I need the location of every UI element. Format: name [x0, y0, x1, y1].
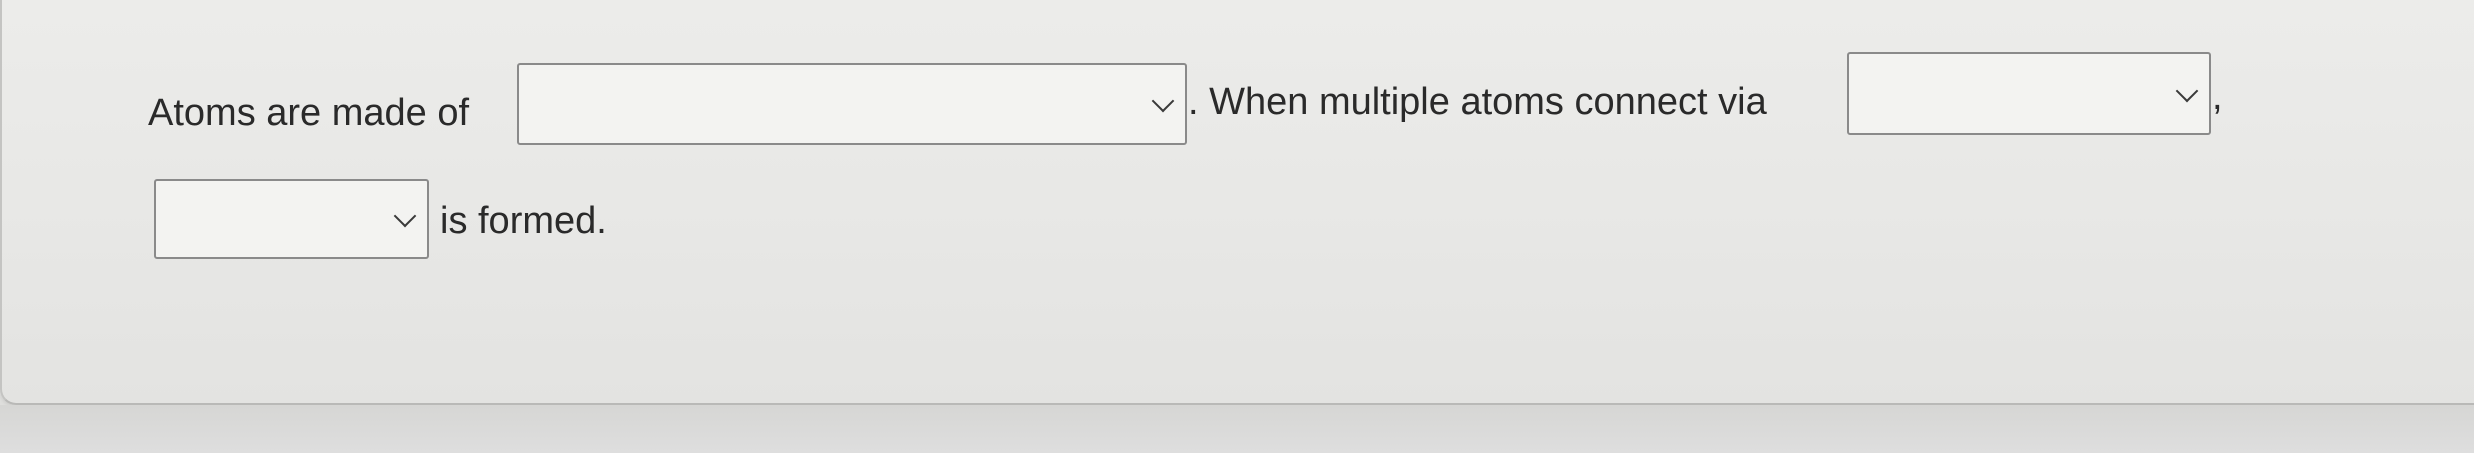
dropdown-1[interactable] [517, 63, 1187, 145]
chevron-down-icon [393, 204, 417, 228]
dropdown-3[interactable] [154, 179, 429, 259]
page-background [0, 405, 2474, 453]
question-text-4: is formed. [440, 200, 607, 242]
dropdown-2[interactable] [1847, 52, 2211, 135]
chevron-down-icon [1151, 89, 1175, 113]
page: Atoms are made of . When multiple atoms … [0, 0, 2474, 453]
question-card: Atoms are made of . When multiple atoms … [0, 0, 2474, 405]
question-text-1: Atoms are made of [148, 92, 470, 134]
chevron-down-icon [2175, 79, 2199, 102]
question-text-2: . When multiple atoms connect via [1188, 81, 1767, 123]
question-text-3: , [2212, 76, 2223, 118]
